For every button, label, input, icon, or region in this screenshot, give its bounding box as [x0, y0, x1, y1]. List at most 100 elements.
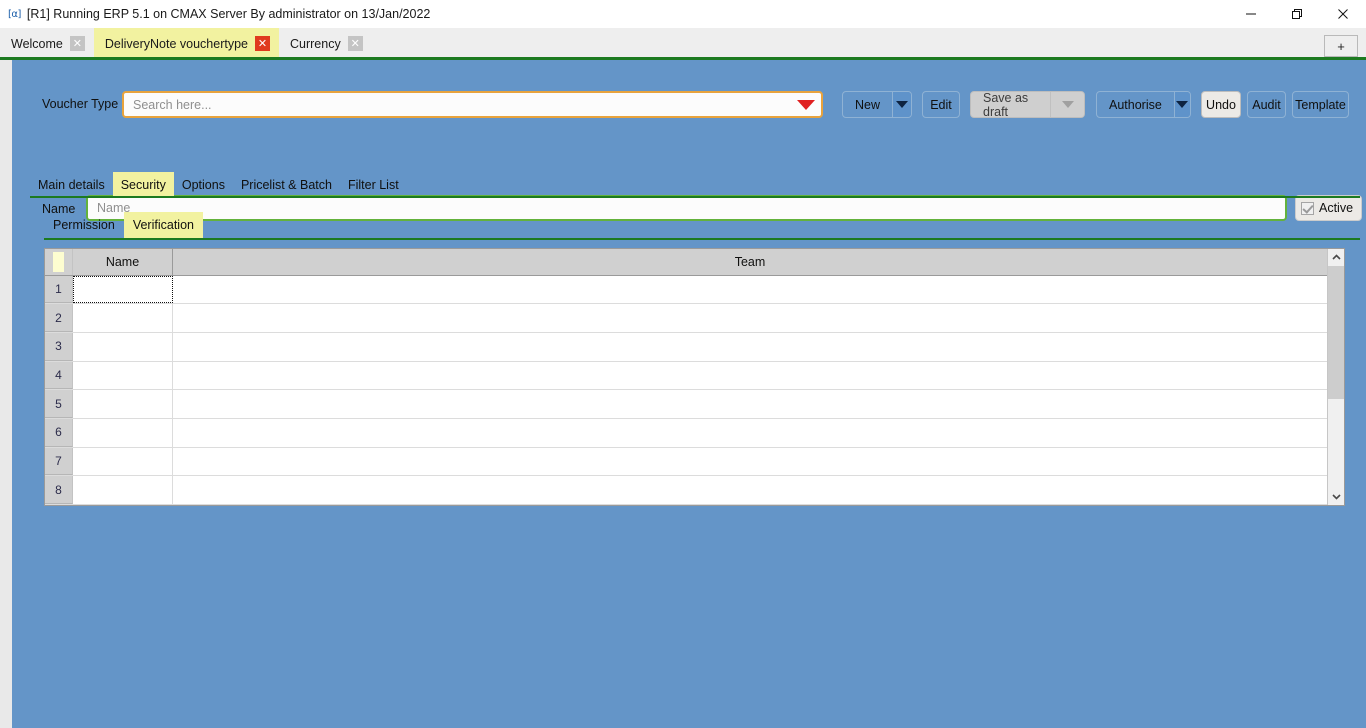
- grid-corner-marker: [53, 251, 64, 272]
- active-label: Active: [1319, 201, 1354, 215]
- table-row[interactable]: 4: [45, 361, 1327, 391]
- cell-team[interactable]: [173, 419, 1327, 447]
- table-row[interactable]: 5: [45, 390, 1327, 420]
- chevron-down-icon[interactable]: [1173, 92, 1190, 117]
- cell-team[interactable]: [173, 276, 1327, 304]
- name-input[interactable]: [88, 197, 1285, 219]
- tab-close-icon[interactable]: ✕: [255, 36, 270, 51]
- tab-label: DeliveryNote vouchertype: [104, 36, 248, 51]
- undo-button-label: Undo: [1206, 97, 1236, 112]
- audit-button[interactable]: Audit: [1247, 91, 1286, 118]
- cell-team[interactable]: [173, 333, 1327, 361]
- checkbox-checked-icon[interactable]: [1301, 201, 1314, 215]
- save-as-draft-button[interactable]: Save as draft: [970, 91, 1085, 118]
- window-title: [R1] Running ERP 5.1 on CMAX Server By a…: [26, 7, 431, 21]
- cell-name[interactable]: [73, 419, 173, 447]
- tab-close-icon[interactable]: ✕: [347, 36, 363, 51]
- dropdown-arrow-icon[interactable]: [791, 93, 821, 116]
- window-controls: [1228, 0, 1366, 28]
- cell-team[interactable]: [173, 304, 1327, 332]
- row-number: 3: [45, 333, 73, 361]
- tab-options[interactable]: Options: [174, 172, 233, 197]
- scrollbar-track[interactable]: [1328, 266, 1344, 488]
- close-button[interactable]: [1320, 0, 1366, 28]
- undo-button[interactable]: Undo: [1201, 91, 1241, 118]
- edit-button[interactable]: Edit: [922, 91, 960, 118]
- cell-name[interactable]: [73, 333, 173, 361]
- save-as-draft-label: Save as draft: [983, 91, 1029, 118]
- verification-grid: Name Team 1 2 3 4 5 6 7 8: [44, 248, 1345, 506]
- restore-button[interactable]: [1274, 0, 1320, 28]
- table-row[interactable]: 3: [45, 333, 1327, 362]
- voucher-type-search[interactable]: [122, 91, 823, 118]
- row-number: 2: [45, 304, 73, 333]
- authorise-button-label: Authorise: [1109, 97, 1162, 112]
- row-number: 4: [45, 361, 73, 390]
- scroll-down-icon[interactable]: [1328, 488, 1344, 505]
- chevron-down-icon[interactable]: [892, 92, 911, 117]
- new-tab-button[interactable]: +: [1324, 35, 1358, 57]
- table-row[interactable]: 8: [45, 476, 1327, 505]
- row-number: 1: [45, 275, 73, 304]
- table-row[interactable]: 1: [45, 275, 1327, 305]
- subtab-verification[interactable]: Verification: [123, 212, 203, 238]
- scrollbar-thumb[interactable]: [1328, 266, 1344, 400]
- table-row[interactable]: 2: [45, 304, 1327, 334]
- cell-name[interactable]: [73, 476, 173, 504]
- column-header-team[interactable]: Team: [173, 249, 1327, 275]
- window-titlebar: [α] [R1] Running ERP 5.1 on CMAX Server …: [0, 0, 1366, 28]
- table-row[interactable]: 7: [45, 447, 1327, 477]
- sub-tab-bar: Permission Verification: [44, 212, 203, 238]
- audit-button-label: Audit: [1252, 97, 1281, 112]
- cell-team[interactable]: [173, 362, 1327, 390]
- new-tab-wrap: +: [1324, 35, 1358, 57]
- template-button[interactable]: Template: [1292, 91, 1349, 118]
- cell-name[interactable]: [73, 361, 173, 390]
- tab-welcome[interactable]: Welcome ✕: [0, 28, 94, 59]
- template-button-label: Template: [1295, 97, 1346, 112]
- table-row[interactable]: 6: [45, 419, 1327, 448]
- cell-name[interactable]: [73, 275, 173, 304]
- cell-team[interactable]: [173, 448, 1327, 476]
- form-canvas: Voucher Type New Edit Save as draft Auth…: [0, 60, 1366, 728]
- chevron-down-icon[interactable]: [1050, 92, 1084, 117]
- tab-deliverynote-vouchertype[interactable]: DeliveryNote vouchertype ✕: [93, 28, 279, 59]
- main-tab-bar: Main details Security Options Pricelist …: [30, 172, 407, 197]
- tab-main-details[interactable]: Main details: [30, 172, 113, 197]
- tab-pricelist-and-batch[interactable]: Pricelist & Batch: [233, 172, 340, 197]
- tab-filter-list[interactable]: Filter List: [340, 172, 407, 197]
- edit-button-label: Edit: [930, 97, 952, 112]
- new-button-label: New: [855, 97, 881, 112]
- row-number: 8: [45, 476, 73, 504]
- main-tab-divider: [30, 196, 1360, 198]
- tab-currency[interactable]: Currency ✕: [279, 28, 372, 59]
- app-icon: [α]: [8, 8, 21, 20]
- scroll-up-icon[interactable]: [1328, 249, 1344, 266]
- cell-team[interactable]: [173, 476, 1327, 504]
- grid-corner-cell[interactable]: [45, 249, 73, 275]
- grid-vertical-scrollbar[interactable]: [1327, 249, 1344, 505]
- grid-header-row: Name Team: [45, 249, 1327, 276]
- row-number: 6: [45, 419, 73, 447]
- minimize-button[interactable]: [1228, 0, 1274, 28]
- cell-name[interactable]: [73, 447, 173, 476]
- name-field[interactable]: [86, 195, 1287, 221]
- tab-label: Currency: [290, 36, 341, 51]
- column-header-name[interactable]: Name: [73, 249, 173, 275]
- voucher-type-label: Voucher Type: [42, 97, 119, 111]
- grid-body: Name Team 1 2 3 4 5 6 7 8: [45, 249, 1327, 505]
- search-input[interactable]: [124, 93, 791, 116]
- document-tabstrip: Welcome ✕ DeliveryNote vouchertype ✕ Cur…: [0, 28, 1366, 59]
- cell-name[interactable]: [73, 304, 173, 333]
- cell-name[interactable]: [73, 390, 173, 419]
- new-button[interactable]: New: [842, 91, 912, 118]
- row-number: 7: [45, 447, 73, 476]
- row-number: 5: [45, 390, 73, 419]
- active-checkbox[interactable]: Active: [1295, 195, 1362, 221]
- cell-team[interactable]: [173, 390, 1327, 418]
- tab-label: Welcome: [11, 36, 63, 51]
- authorise-button[interactable]: Authorise: [1096, 91, 1191, 118]
- subtab-permission[interactable]: Permission: [44, 212, 124, 238]
- tab-close-icon[interactable]: ✕: [69, 36, 85, 51]
- tab-security[interactable]: Security: [112, 172, 174, 197]
